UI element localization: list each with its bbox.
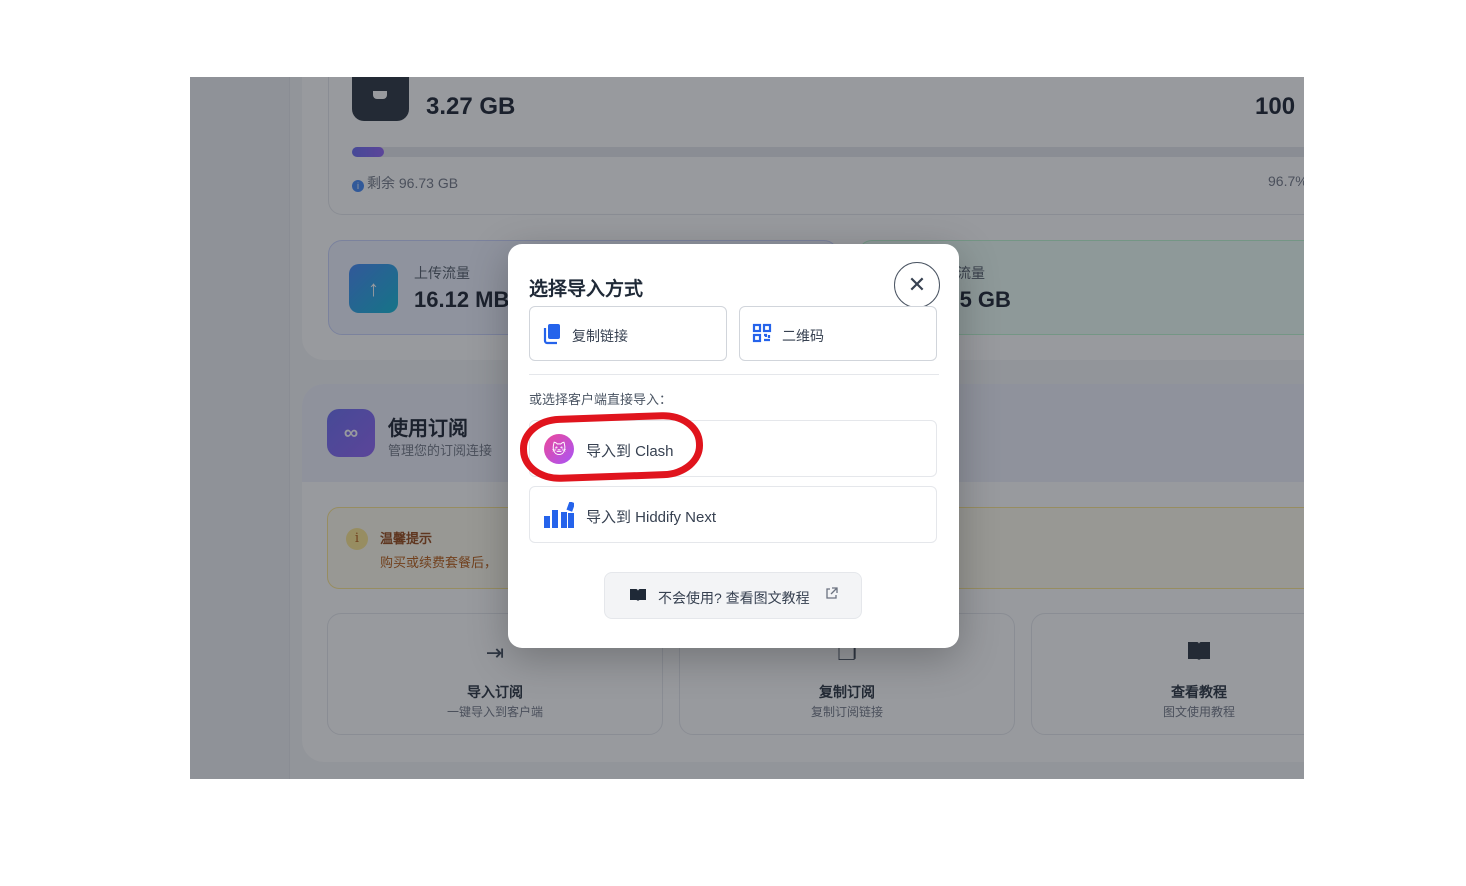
external-link-icon — [825, 587, 838, 603]
red-highlight-circle — [518, 410, 705, 484]
client-section-label: 或选择客户端直接导入： — [529, 392, 673, 407]
hiddify-label: 导入到 Hiddify Next — [586, 509, 717, 526]
import-method-dialog: 选择导入方式 ✕ 复制链接 二维码 或选择客户端直接导入： 🐱 导入到 Clas… — [508, 244, 959, 648]
tutorial-link-button[interactable]: 不会使用? 查看图文教程 — [604, 572, 862, 619]
copy-link-button[interactable]: 复制链接 — [529, 306, 727, 361]
tutorial-label: 不会使用? 查看图文教程 — [658, 590, 810, 606]
close-button[interactable]: ✕ — [894, 262, 940, 308]
qrcode-label: 二维码 — [782, 328, 824, 344]
import-hiddify-button[interactable]: 导入到 Hiddify Next — [529, 486, 937, 543]
copy-link-label: 复制链接 — [572, 328, 628, 344]
qrcode-button[interactable]: 二维码 — [739, 306, 937, 361]
book-icon — [629, 588, 647, 607]
hiddify-icon — [544, 501, 576, 533]
divider — [529, 374, 939, 375]
close-icon: ✕ — [907, 272, 927, 297]
copy-icon — [542, 323, 562, 350]
qrcode-icon — [752, 323, 772, 348]
dialog-title: 选择导入方式 — [529, 279, 644, 300]
